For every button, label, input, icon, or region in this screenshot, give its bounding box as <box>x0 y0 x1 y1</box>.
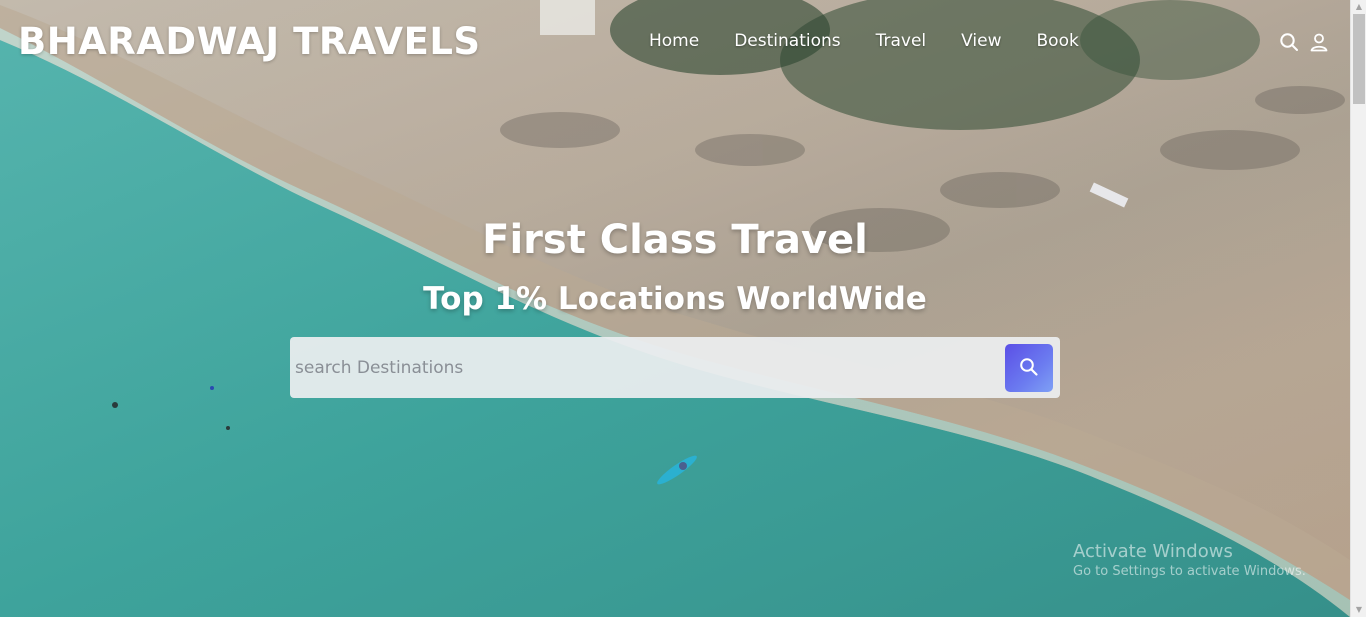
scroll-thumb[interactable] <box>1353 14 1365 104</box>
site-logo[interactable]: BHARADWAJ TRAVELS <box>18 20 481 63</box>
scroll-up-arrow-icon[interactable]: ▲ <box>1351 0 1366 14</box>
nav-item-travel[interactable]: Travel <box>876 31 927 51</box>
page-scrollbar[interactable]: ▲ ▼ <box>1350 0 1366 617</box>
hero-subtitle: Top 1% Locations WorldWide <box>423 281 927 317</box>
activate-windows-watermark: Activate Windows Go to Settings to activ… <box>1073 541 1306 579</box>
header-icons <box>1279 32 1329 52</box>
search-input[interactable] <box>290 337 1000 398</box>
watermark-subtitle: Go to Settings to activate Windows. <box>1073 564 1306 579</box>
nav-item-book[interactable]: Book <box>1037 31 1079 51</box>
hero-title: First Class Travel <box>482 217 868 263</box>
nav-item-view[interactable]: View <box>961 31 1001 51</box>
watermark-title: Activate Windows <box>1073 541 1233 562</box>
scroll-down-arrow-icon[interactable]: ▼ <box>1351 603 1366 617</box>
search-button[interactable] <box>1005 344 1053 392</box>
nav-item-home[interactable]: Home <box>649 31 699 51</box>
search-icon[interactable] <box>1279 32 1299 52</box>
user-icon[interactable] <box>1309 32 1329 52</box>
search-icon <box>1019 357 1039 380</box>
main-nav: Home Destinations Travel View Book <box>649 31 1079 51</box>
site-header: BHARADWAJ TRAVELS Home Destinations Trav… <box>0 0 1350 86</box>
nav-item-destinations[interactable]: Destinations <box>734 31 840 51</box>
search-bar <box>290 337 1060 398</box>
